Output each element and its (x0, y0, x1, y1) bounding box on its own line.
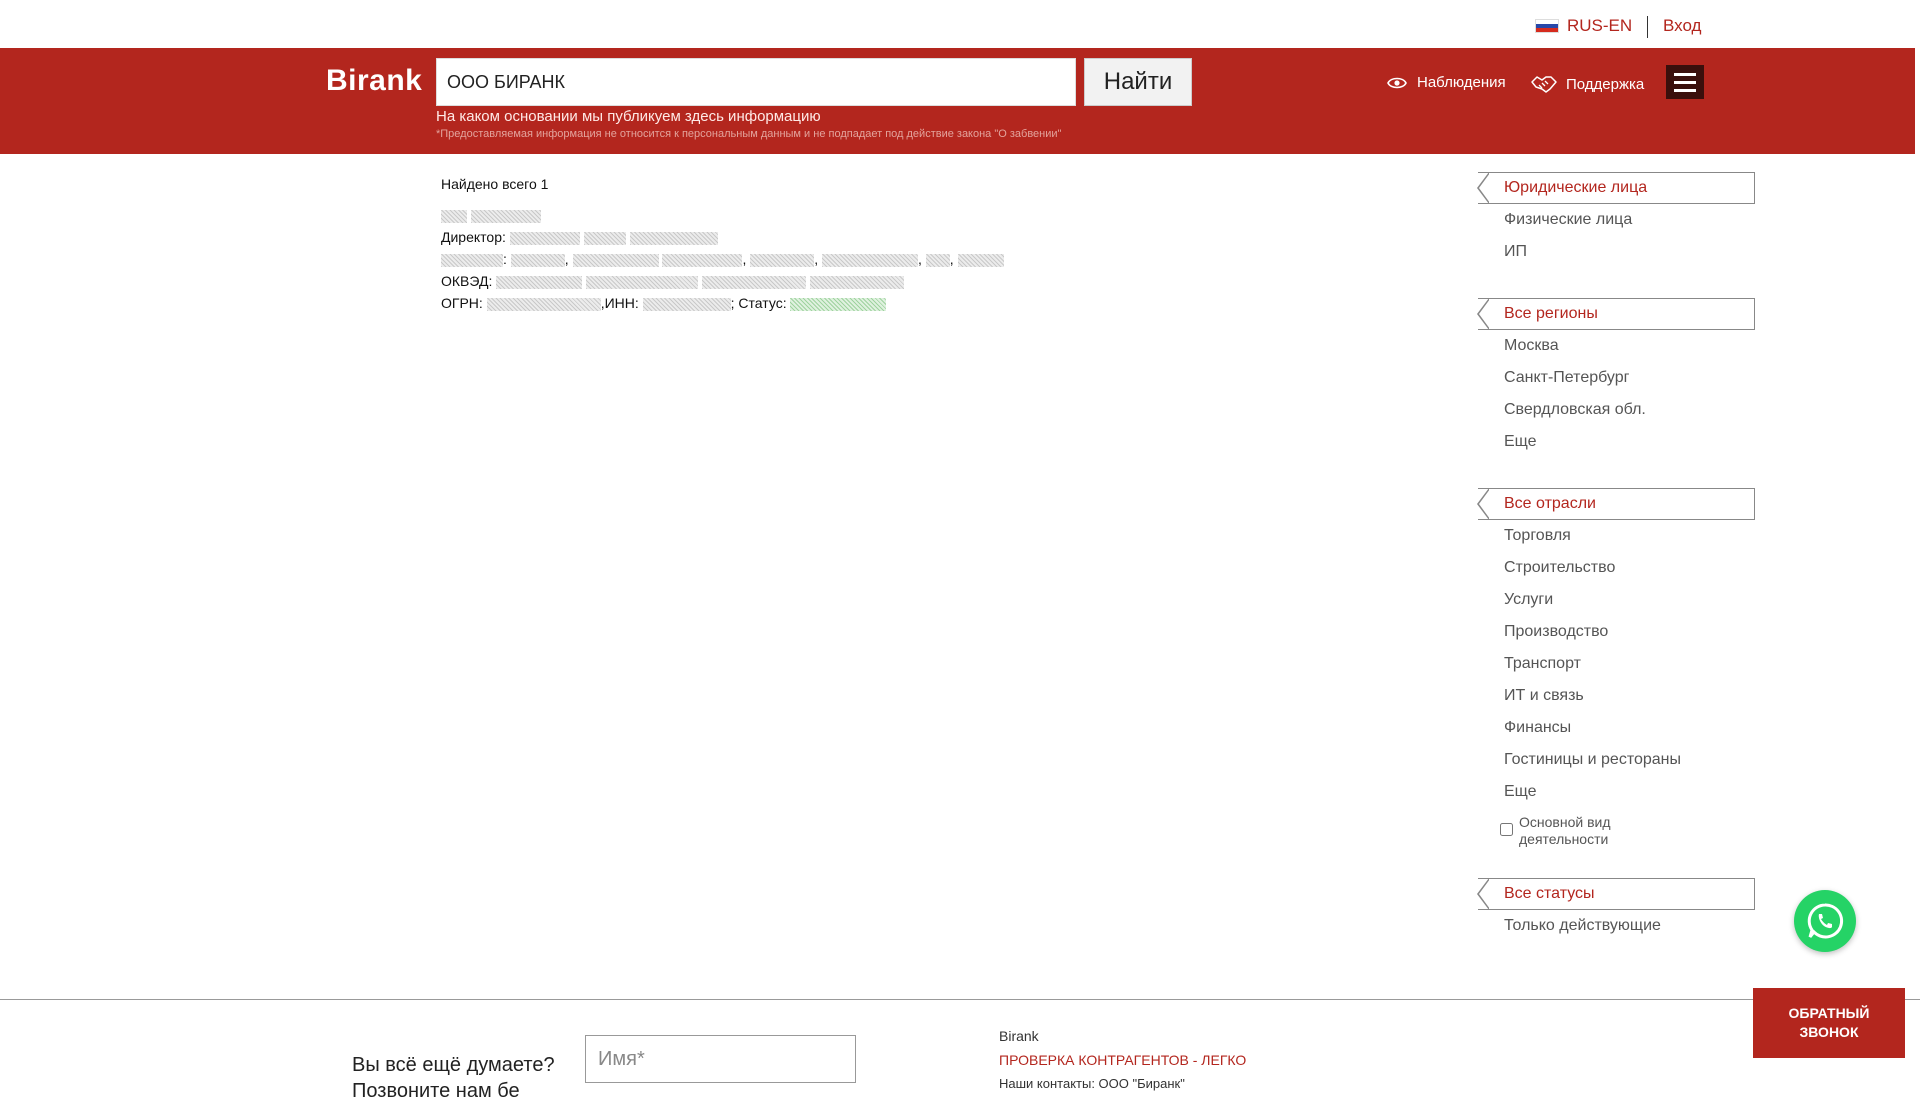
disclaimer: *Предоставляемая информация не относится… (436, 128, 1062, 140)
filter-industry: Все отрасли Торговля Строительство Услуг… (1478, 488, 1755, 848)
redacted-text (925, 253, 950, 267)
filter-item[interactable]: Строительство (1478, 552, 1755, 584)
redacted-text (750, 253, 815, 267)
main-activity-option[interactable]: Основной вид деятельности (1478, 814, 1755, 848)
login-link[interactable]: Вход (1663, 16, 1701, 36)
redacted-text (486, 297, 601, 311)
name-input[interactable] (585, 1035, 856, 1083)
nav-support-label: Поддержка (1566, 75, 1645, 93)
redacted-text (441, 209, 467, 223)
search-input[interactable] (436, 58, 1076, 106)
filter-region: Все регионы Москва Санкт-Петербург Сверд… (1478, 298, 1755, 458)
filter-item[interactable]: ИП (1478, 236, 1755, 268)
ogrn-label: ОГРН: (441, 295, 483, 311)
redacted-text (586, 275, 699, 289)
footer-question-cont: Позвоните нам бе (352, 1080, 520, 1102)
redacted-text (583, 231, 626, 245)
menu-icon[interactable] (1666, 65, 1704, 99)
nav-support[interactable]: Поддержка (1530, 74, 1644, 94)
redacted-text (822, 253, 919, 267)
filter-head-industry[interactable]: Все отрасли (1478, 488, 1755, 520)
redacted-text (510, 253, 565, 267)
redacted-text (642, 297, 731, 311)
footer-contacts: Наши контакты: ООО "Биранк" (999, 1076, 1185, 1091)
result-item[interactable]: Директор: : , , , , , ОКВЭД: ОГРН: ,ИНН:… (441, 204, 1004, 314)
filter-item[interactable]: Москва (1478, 330, 1755, 362)
filter-item[interactable]: Только действующие (1478, 910, 1755, 942)
filter-item[interactable]: Еще (1478, 776, 1755, 808)
search-results: Найдено всего 1 Директор: : , , , , , ОК… (441, 176, 1004, 314)
filter-item[interactable]: Гостиницы и рестораны (1478, 744, 1755, 776)
search-button[interactable]: Найти (1084, 58, 1192, 106)
filter-item[interactable]: Транспорт (1478, 648, 1755, 680)
redacted-status (790, 297, 887, 311)
okved-label: ОКВЭД: (441, 273, 493, 289)
filter-item[interactable]: Санкт-Петербург (1478, 362, 1755, 394)
filter-item[interactable]: Услуги (1478, 584, 1755, 616)
top-utility-bar: RUS-EN Вход (0, 0, 1920, 48)
filter-entity-type: Юридические лица Физические лица ИП (1478, 172, 1755, 268)
redacted-text (572, 253, 659, 267)
redacted-text (441, 253, 503, 267)
whatsapp-button[interactable] (1794, 890, 1856, 952)
russia-flag-icon (1535, 19, 1559, 33)
eye-icon (1387, 77, 1407, 88)
callback-button[interactable]: ОБРАТНЫЙ ЗВОНОК (1753, 988, 1905, 1058)
footer-tagline[interactable]: ПРОВЕРКА КОНТРАГЕНТОВ - ЛЕГКО (999, 1052, 1246, 1068)
result-company-name[interactable] (441, 204, 1004, 226)
redacted-text (662, 253, 743, 267)
filter-head-region[interactable]: Все регионы (1478, 298, 1755, 330)
logo[interactable]: Birank (326, 64, 422, 98)
redacted-text (629, 231, 718, 245)
result-address: : , , , , , (441, 248, 1004, 270)
footer-divider (0, 999, 1920, 1000)
filter-item[interactable]: Свердловская обл. (1478, 394, 1755, 426)
filter-item[interactable]: Торговля (1478, 520, 1755, 552)
redacted-text (809, 275, 904, 289)
divider (1647, 16, 1648, 38)
filter-item[interactable]: ИТ и связь (1478, 680, 1755, 712)
basis-link[interactable]: На каком основании мы публикуем здесь ин… (436, 108, 821, 125)
main-activity-label: Основной вид деятельности (1519, 814, 1611, 847)
filter-sidebar: Юридические лица Физические лица ИП Все … (1478, 172, 1755, 972)
filter-item[interactable]: Финансы (1478, 712, 1755, 744)
footer-brand: Birank (999, 1028, 1039, 1044)
filter-head-entity[interactable]: Юридические лица (1478, 172, 1755, 204)
redacted-text (509, 231, 580, 245)
result-director: Директор: (441, 226, 1004, 248)
nav-watch[interactable]: Наблюдения (1387, 74, 1506, 91)
handshake-icon (1531, 76, 1557, 93)
main-activity-checkbox[interactable] (1500, 823, 1513, 836)
redacted-text (702, 275, 807, 289)
result-ids: ОГРН: ,ИНН: ; Статус: (441, 292, 1004, 314)
footer-question: Вы всё ещё думаете? (352, 1054, 555, 1076)
whatsapp-icon (1807, 903, 1844, 939)
nav-watch-label: Наблюдения (1417, 74, 1506, 91)
result-okved: ОКВЭД: (441, 270, 1004, 292)
filter-item[interactable]: Еще (1478, 426, 1755, 458)
language-label: RUS-EN (1567, 16, 1633, 35)
director-label: Директор: (441, 229, 506, 245)
filter-head-status[interactable]: Все статусы (1478, 878, 1755, 910)
filter-item[interactable]: Производство (1478, 616, 1755, 648)
inn-label: ,ИНН: (600, 295, 639, 311)
filter-status: Все статусы Только действующие (1478, 878, 1755, 942)
site-header: Birank Найти На каком основании мы публи… (0, 48, 1915, 154)
status-label: ; Статус: (730, 295, 787, 311)
redacted-text (496, 275, 583, 289)
redacted-text (470, 209, 541, 223)
found-count: Найдено всего 1 (441, 176, 549, 192)
language-switch[interactable]: RUS-EN (1535, 16, 1632, 36)
filter-item[interactable]: Физические лица (1478, 204, 1755, 236)
redacted-text (957, 253, 1004, 267)
